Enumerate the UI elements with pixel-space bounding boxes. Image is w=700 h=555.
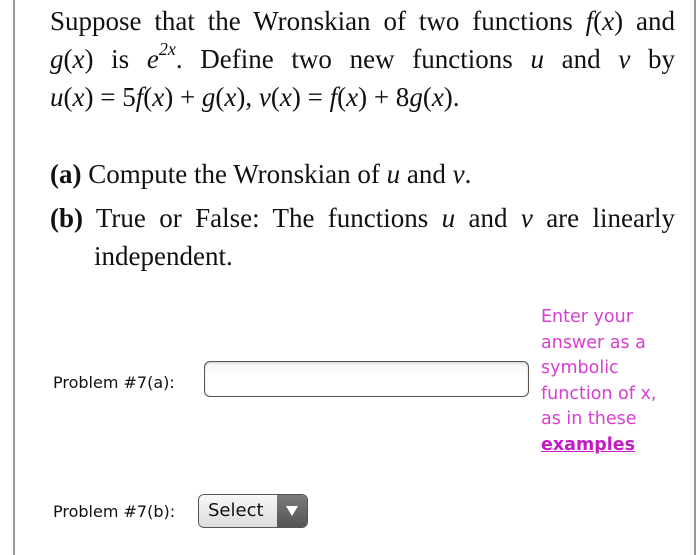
part-b-question: (b) True or False: The functions u and v… bbox=[50, 199, 675, 275]
text-run: ( bbox=[337, 82, 347, 112]
text-run: ( bbox=[63, 82, 73, 112]
math-variable: g bbox=[409, 82, 423, 112]
text-run: . Define two new functions bbox=[175, 44, 531, 74]
text-run: ) = 5 bbox=[84, 82, 136, 112]
text-run: and bbox=[543, 44, 619, 74]
hint-line: function of x, bbox=[541, 383, 657, 404]
math-variable: x bbox=[152, 82, 165, 112]
statement-line-3: u(x) = 5f(x) + g(x), v(x) = f(x) + 8g(x)… bbox=[50, 78, 675, 116]
problem-7b-select[interactable]: Select bbox=[198, 494, 308, 528]
part-a-text: Compute the Wronskian of u and v. bbox=[81, 159, 471, 189]
part-b-text-cont: independent. bbox=[94, 241, 233, 271]
text-run: ). bbox=[443, 82, 460, 112]
examples-link[interactable]: examples bbox=[541, 435, 635, 455]
text-run: ( bbox=[593, 6, 603, 36]
math-variable: g bbox=[201, 82, 216, 112]
hint-line: answer as a bbox=[541, 332, 646, 353]
math-variable: v bbox=[618, 44, 631, 74]
select-value: Select bbox=[199, 495, 277, 527]
problem-7b-label: Problem #7(b): bbox=[53, 502, 176, 521]
math-variable: g bbox=[50, 44, 64, 74]
text-run: Suppose that the Wronskian of two functi… bbox=[50, 6, 586, 36]
part-a-marker: (a) bbox=[50, 159, 82, 189]
hint-line: Enter your bbox=[541, 307, 633, 327]
problem-7a-label: Problem #7(a): bbox=[53, 373, 175, 392]
text-run: ) + 8 bbox=[358, 82, 410, 112]
math-variable: x bbox=[72, 44, 85, 74]
part-b-text: True or False: The functions u and v are… bbox=[83, 203, 675, 233]
part-a-question: (a) Compute the Wronskian of u and v. bbox=[50, 155, 675, 193]
math-variable: x bbox=[602, 6, 615, 36]
text-run: ) = bbox=[291, 82, 330, 112]
text-run: ( bbox=[422, 82, 432, 112]
math-variable: u bbox=[50, 82, 64, 112]
text-run: ), bbox=[236, 82, 259, 112]
superscript: 2x bbox=[158, 39, 176, 59]
math-variable: f bbox=[329, 82, 338, 112]
text-run: ( bbox=[270, 82, 280, 112]
text-run: by bbox=[630, 44, 675, 74]
text-run: True or False: The functions bbox=[83, 203, 442, 233]
text-run: and bbox=[455, 203, 521, 233]
text-run: ( bbox=[143, 82, 153, 112]
math-variable: u bbox=[530, 44, 544, 74]
statement-line-1: Suppose that the Wronskian of two functi… bbox=[50, 2, 675, 40]
problem-7a-answer-input[interactable] bbox=[204, 361, 529, 397]
math-variable: x bbox=[279, 82, 292, 112]
math-variable: x bbox=[346, 82, 359, 112]
math-variable: e bbox=[146, 44, 159, 74]
text-run: ) is bbox=[84, 44, 147, 74]
math-variable: x bbox=[72, 82, 85, 112]
text-run: and bbox=[400, 159, 453, 189]
hint-line: symbolic bbox=[541, 358, 619, 378]
math-variable: u bbox=[386, 159, 401, 189]
answer-format-hint: Enter your answer as a symbolic function… bbox=[541, 305, 681, 458]
part-b-marker: (b) bbox=[50, 203, 83, 233]
math-variable: v bbox=[452, 159, 465, 189]
math-variable: u bbox=[441, 203, 456, 233]
dropdown-arrow-button[interactable] bbox=[277, 495, 307, 527]
triangle-down-icon bbox=[286, 506, 298, 516]
statement-line-2: g(x) is e2x. Define two new functions u … bbox=[50, 40, 675, 78]
hint-line: as in these bbox=[541, 409, 637, 429]
text-run: . bbox=[464, 159, 472, 189]
math-variable: x bbox=[431, 82, 444, 112]
text-run: ) + bbox=[164, 82, 202, 112]
math-variable: x bbox=[224, 82, 237, 112]
math-variable: v bbox=[258, 82, 271, 112]
text-run: ) and bbox=[614, 6, 675, 36]
text-run: are linearly bbox=[532, 203, 675, 233]
math-variable: v bbox=[520, 203, 533, 233]
problem-statement: Suppose that the Wronskian of two functi… bbox=[50, 2, 675, 116]
text-run: Compute the Wronskian of bbox=[81, 159, 387, 189]
math-variable: f bbox=[585, 6, 594, 36]
text-run: ( bbox=[63, 44, 73, 74]
